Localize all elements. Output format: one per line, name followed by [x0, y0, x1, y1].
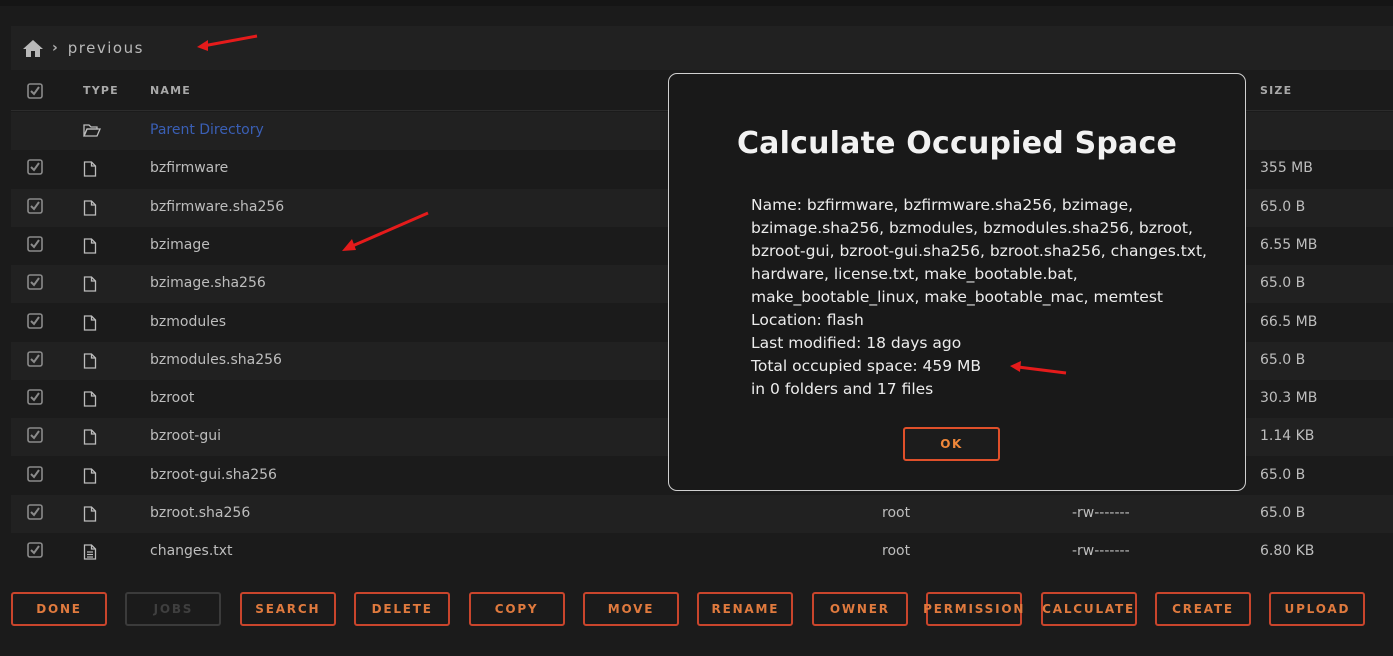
file-icon: [83, 276, 97, 296]
file-icon: [83, 429, 97, 449]
dialog-total-line: Total occupied space: 459 MB: [751, 357, 982, 375]
file-name[interactable]: bzimage: [150, 237, 210, 253]
delete-button[interactable]: DELETE: [354, 592, 451, 626]
file-size: 30.3 MB: [1260, 390, 1318, 407]
folder-open-icon: [83, 123, 101, 141]
dialog-name-line: Name: bzfirmware, bzfirmware.sha256, bzi…: [751, 196, 1207, 306]
parent-directory-link[interactable]: Parent Directory: [150, 122, 264, 138]
file-name[interactable]: bzimage.sha256: [150, 275, 266, 291]
file-size: 66.5 MB: [1260, 313, 1318, 330]
dialog-title: Calculate Occupied Space: [736, 126, 1178, 161]
row-checkbox-icon[interactable]: [27, 236, 43, 252]
row-checkbox-icon[interactable]: [27, 274, 43, 290]
chevron-right-icon: ›: [52, 40, 58, 56]
file-icon: [83, 199, 97, 220]
file-name[interactable]: bzmodules: [150, 314, 226, 330]
owner-button[interactable]: OWNER: [811, 592, 908, 626]
dialog-count-line: in 0 folders and 17 files: [751, 380, 934, 398]
header-name[interactable]: NAME: [150, 84, 191, 97]
ok-button[interactable]: OK: [903, 427, 1000, 461]
file-size: 65.0 B: [1260, 505, 1306, 521]
row-checkbox-icon[interactable]: [27, 312, 43, 329]
file-name[interactable]: bzfirmware.sha256: [150, 199, 284, 215]
file-name[interactable]: bzroot-gui: [150, 428, 221, 444]
file-size: 65.0 B: [1260, 466, 1306, 483]
text-file-icon: [83, 544, 97, 564]
search-button[interactable]: SEARCH: [239, 592, 336, 626]
select-all-checkbox-icon[interactable]: [27, 83, 43, 99]
row-checkbox-icon[interactable]: [27, 350, 43, 367]
row-checkbox-icon[interactable]: [27, 465, 43, 482]
annotation-arrow-icon: [1010, 361, 1067, 375]
table-row[interactable]: bzroot.sha256 root -rw------- 65.0 B: [11, 495, 1393, 533]
file-icon: [83, 161, 97, 181]
file-size: 6.55 MB: [1260, 236, 1318, 253]
breadcrumb-current[interactable]: previous: [68, 39, 144, 57]
annotation-arrow-icon: [197, 34, 258, 51]
table-row[interactable]: changes.txt root -rw------- 6.80 KB: [11, 533, 1393, 571]
file-icon: [83, 314, 97, 335]
upload-button[interactable]: UPLOAD: [1269, 592, 1366, 626]
file-icon: [83, 353, 97, 373]
done-button[interactable]: DONE: [11, 592, 107, 626]
dialog-body: Name: bzfirmware, bzfirmware.sha256, bzi…: [751, 194, 1221, 401]
file-permissions: -rw-------: [1072, 543, 1130, 560]
file-owner: root: [882, 505, 911, 521]
file-size: 6.80 KB: [1260, 543, 1315, 560]
header-size[interactable]: SIZE: [1260, 84, 1292, 97]
row-checkbox-icon[interactable]: [27, 197, 43, 214]
file-icon: [83, 506, 97, 526]
file-owner: root: [882, 543, 911, 560]
file-permissions: -rw-------: [1072, 505, 1130, 521]
dialog-location-line: Location: flash: [751, 311, 864, 329]
file-name[interactable]: bzroot.sha256: [150, 505, 250, 521]
file-name[interactable]: bzmodules.sha256: [150, 352, 282, 368]
file-name[interactable]: changes.txt: [150, 543, 233, 559]
calculate-button[interactable]: CALCULATE: [1040, 592, 1137, 626]
file-size: 65.0 B: [1260, 275, 1306, 292]
row-checkbox-icon[interactable]: [27, 389, 43, 405]
file-size: 355 MB: [1260, 160, 1313, 177]
annotation-arrow-icon: [342, 211, 429, 251]
action-toolbar: DONE JOBS SEARCH DELETE COPY MOVE RENAME OWNER P…: [0, 592, 1393, 632]
move-button[interactable]: MOVE: [583, 592, 679, 626]
file-name[interactable]: bzroot-gui.sha256: [150, 467, 277, 483]
home-icon[interactable]: [22, 37, 44, 59]
create-button[interactable]: CREATE: [1155, 592, 1251, 626]
file-size: 65.0 B: [1260, 198, 1306, 215]
row-checkbox-icon[interactable]: [27, 159, 43, 176]
row-checkbox-icon[interactable]: [27, 542, 43, 559]
file-icon: [83, 238, 97, 258]
file-icon: [83, 391, 97, 411]
rename-button[interactable]: RENAME: [697, 592, 794, 626]
dialog-modified-line: Last modified: 18 days ago: [751, 334, 962, 352]
permission-button[interactable]: PERMISSION: [923, 592, 1023, 626]
header-type[interactable]: TYPE: [83, 84, 119, 97]
file-icon: [83, 468, 97, 488]
file-name[interactable]: bzroot: [150, 390, 194, 406]
file-size: 65.0 B: [1260, 351, 1306, 368]
row-checkbox-icon[interactable]: [27, 504, 43, 520]
top-strip: [0, 0, 1393, 6]
copy-button[interactable]: COPY: [468, 592, 565, 626]
jobs-button: JOBS: [125, 592, 222, 626]
calculate-dialog: Calculate Occupied Space Name: bzfirmwar…: [668, 73, 1246, 491]
file-size: 1.14 KB: [1260, 428, 1315, 445]
file-name[interactable]: bzfirmware: [150, 160, 228, 176]
row-checkbox-icon[interactable]: [27, 427, 43, 444]
